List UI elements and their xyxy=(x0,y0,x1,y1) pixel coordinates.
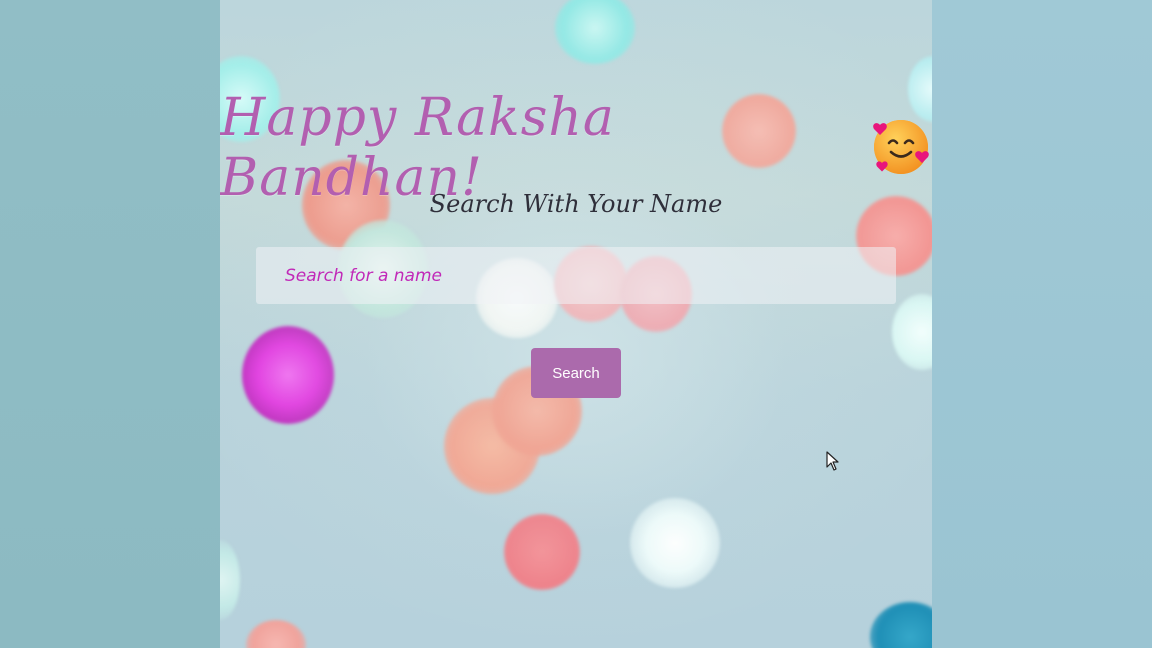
bokeh-background: Happy Raksha Bandhan! Search With Your N… xyxy=(220,0,932,648)
smiling-face-with-hearts-icon xyxy=(870,115,932,177)
page-subtitle: Search With Your Name xyxy=(429,190,723,218)
right-backdrop xyxy=(932,0,1152,648)
search-button[interactable]: Search xyxy=(531,348,621,398)
mouse-pointer-icon xyxy=(826,451,839,471)
search-input[interactable] xyxy=(256,247,896,304)
left-backdrop xyxy=(0,0,220,648)
